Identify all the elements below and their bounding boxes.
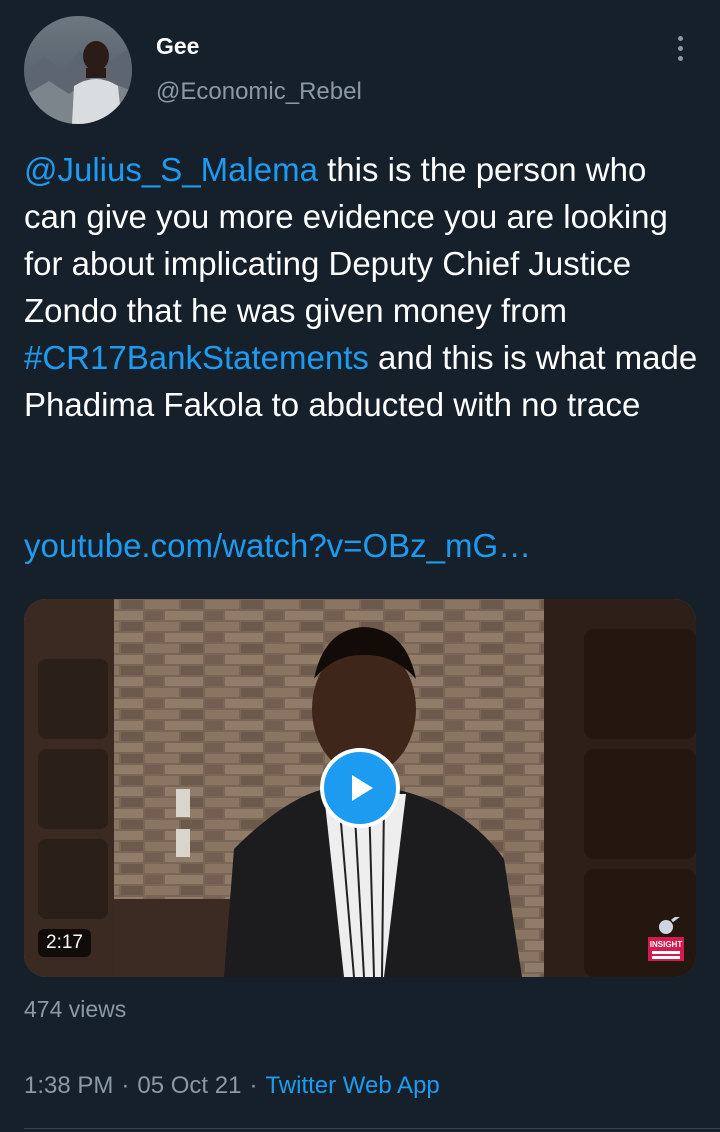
mention-link[interactable]: @Julius_S_Malema bbox=[24, 151, 318, 188]
channel-watermark-logo: INSIGHT bbox=[648, 917, 684, 961]
more-dot-icon bbox=[677, 55, 683, 61]
tweet-metadata: 1:38 PM · 05 Oct 21 · Twitter Web App bbox=[24, 1072, 440, 1100]
tweet-date[interactable]: 05 Oct 21 bbox=[137, 1072, 241, 1099]
video-duration: 2:17 bbox=[38, 929, 91, 957]
youtube-link[interactable]: youtube.com/watch?v=OBz_mG… bbox=[24, 522, 531, 569]
more-dot-icon bbox=[677, 45, 683, 51]
divider bbox=[24, 1128, 720, 1129]
tweet-text: @Julius_S_Malema this is the person who … bbox=[24, 146, 704, 428]
tweet-time[interactable]: 1:38 PM bbox=[24, 1072, 113, 1099]
meta-separator: · bbox=[121, 1072, 130, 1099]
avatar-photo bbox=[24, 16, 132, 124]
hashtag-link[interactable]: #CR17BankStatements bbox=[24, 339, 369, 376]
tweet-detail: Gee @Economic_Rebel @Julius_S_Malema thi… bbox=[0, 0, 720, 1132]
watermark-text: INSIGHT bbox=[650, 940, 683, 949]
author-handle[interactable]: @Economic_Rebel bbox=[156, 78, 362, 106]
play-button[interactable] bbox=[320, 748, 400, 828]
play-icon bbox=[352, 775, 373, 801]
more-options-button[interactable] bbox=[664, 30, 696, 66]
meta-separator: · bbox=[249, 1072, 258, 1099]
author-avatar[interactable] bbox=[24, 16, 132, 124]
more-dot-icon bbox=[677, 35, 683, 41]
author-name[interactable]: Gee bbox=[156, 33, 199, 60]
tweet-source-link[interactable]: Twitter Web App bbox=[265, 1072, 439, 1099]
view-count: 474 views bbox=[24, 996, 127, 1022]
video-player[interactable]: 2:17 INSIGHT bbox=[24, 599, 696, 977]
